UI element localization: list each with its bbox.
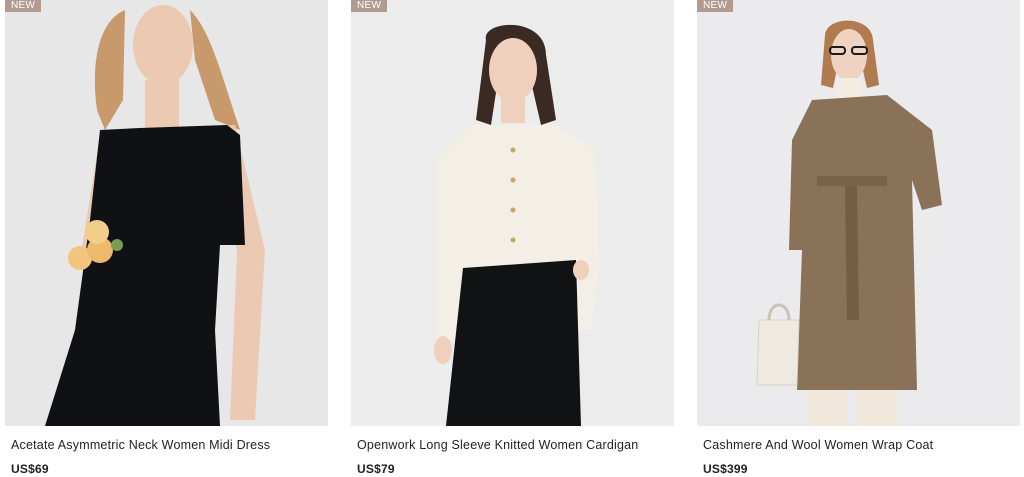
cream-knitted-cardigan-photo (351, 0, 674, 426)
product-image[interactable]: NEW (351, 0, 674, 426)
new-badge: NEW (5, 0, 42, 12)
brown-wrap-coat-photo (697, 0, 1020, 426)
new-badge: NEW (697, 0, 734, 12)
product-card[interactable]: NEW Cashmere And Wool Women Wrap Coat US… (697, 0, 1020, 477)
product-title[interactable]: Acetate Asymmetric Neck Women Midi Dress (11, 438, 326, 452)
product-title[interactable]: Openwork Long Sleeve Knitted Women Cardi… (357, 438, 672, 452)
black-midi-dress-photo (5, 0, 328, 426)
product-title[interactable]: Cashmere And Wool Women Wrap Coat (703, 438, 1018, 452)
product-image[interactable]: NEW (697, 0, 1020, 426)
product-grid: NEW Acetate Asymmetric Neck Women Midi D… (0, 0, 1024, 477)
product-card[interactable]: NEW Acetate Asymmetric Neck Women Midi D… (5, 0, 328, 477)
product-price: US$79 (357, 462, 395, 476)
product-price: US$69 (11, 462, 49, 476)
product-card[interactable]: NEW Openwork Long Sleeve Knitted Women C… (351, 0, 674, 477)
product-image[interactable]: NEW (5, 0, 328, 426)
product-price: US$399 (703, 462, 748, 476)
new-badge: NEW (351, 0, 388, 12)
